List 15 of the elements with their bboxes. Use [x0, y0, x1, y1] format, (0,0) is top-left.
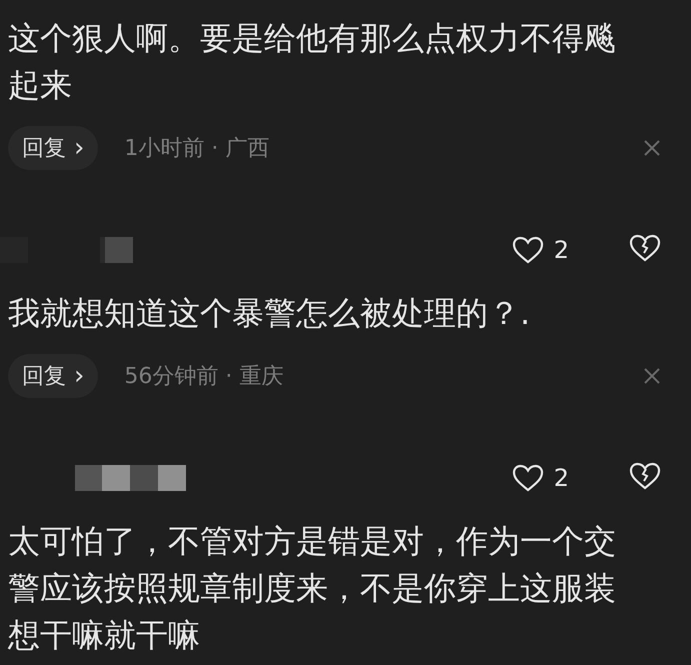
comment-text: 这个狠人啊。要是给他有那么点权力不得飚起来 — [7, 18, 617, 106]
comment-text: 太可怕了，不管对方是错是对，作为一个交警应该按照规章制度来，不是你穿上这服装想干嘛就干嘛 — [6, 521, 617, 656]
close-icon[interactable] — [643, 139, 661, 157]
like-icon[interactable] — [512, 464, 544, 492]
dislike-icon[interactable] — [629, 234, 661, 262]
close-icon[interactable] — [643, 367, 661, 385]
like-count: 2 — [554, 236, 569, 264]
comment-meta: 1小时前 · 广西 — [124, 135, 270, 163]
reply-button[interactable]: 回复 › — [8, 354, 98, 398]
comment-text: 我就想知道这个暴警怎么被处理的？. — [7, 293, 532, 334]
like-icon[interactable] — [512, 236, 544, 264]
comment-meta: 56分钟前 · 重庆 — [124, 363, 284, 391]
like-count: 2 — [554, 464, 569, 492]
dislike-icon[interactable] — [629, 462, 661, 490]
reply-button[interactable]: 回复 › — [8, 126, 98, 170]
